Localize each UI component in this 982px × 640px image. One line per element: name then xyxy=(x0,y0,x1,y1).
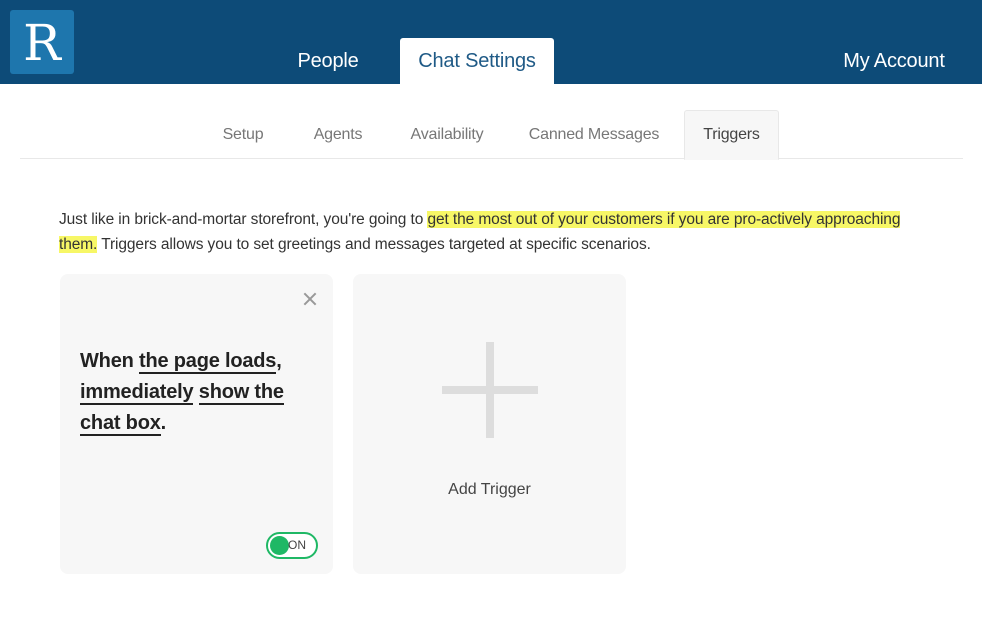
app-logo[interactable]: R xyxy=(10,10,74,74)
triggers-intro-text: Just like in brick-and-mortar storefront… xyxy=(59,207,939,257)
top-navigation-bar: R People Chat Settings My Account xyxy=(0,0,982,84)
subtab-availability[interactable]: Availability xyxy=(400,110,494,159)
nav-tab-chat-settings[interactable]: Chat Settings xyxy=(400,38,554,84)
plus-icon xyxy=(442,342,538,438)
nav-tab-people[interactable]: People xyxy=(272,38,384,84)
intro-highlight-2: them. xyxy=(59,236,98,253)
add-trigger-card[interactable]: Add Trigger xyxy=(353,274,626,574)
close-icon[interactable] xyxy=(303,292,317,306)
chat-settings-subtabs: Setup Agents Availability Canned Message… xyxy=(20,110,963,160)
logo-letter: R xyxy=(23,14,61,72)
trigger-sentence: When the page loads, immediately show th… xyxy=(80,350,284,436)
subtab-triggers[interactable]: Triggers xyxy=(684,110,779,160)
intro-highlight-1: get the most out of your customers if yo… xyxy=(427,211,901,228)
trigger-card: When the page loads, immediately show th… xyxy=(60,274,333,574)
trigger-enabled-toggle[interactable]: ON xyxy=(266,532,318,559)
intro-text-end: Triggers allows you to set greetings and… xyxy=(97,236,651,253)
trigger-event-link[interactable]: the page loads xyxy=(139,350,276,374)
subtab-agents[interactable]: Agents xyxy=(302,110,374,159)
toggle-label: ON xyxy=(288,538,306,552)
intro-text-start: Just like in brick-and-mortar storefront… xyxy=(59,211,428,228)
nav-tab-my-account[interactable]: My Account xyxy=(830,38,958,84)
toggle-knob xyxy=(270,536,289,555)
trigger-timing-link[interactable]: immediately xyxy=(80,381,194,405)
trigger-when: When xyxy=(80,350,134,372)
subtab-canned-messages[interactable]: Canned Messages xyxy=(524,110,664,159)
add-trigger-label: Add Trigger xyxy=(448,481,531,498)
subtab-setup[interactable]: Setup xyxy=(210,110,276,159)
